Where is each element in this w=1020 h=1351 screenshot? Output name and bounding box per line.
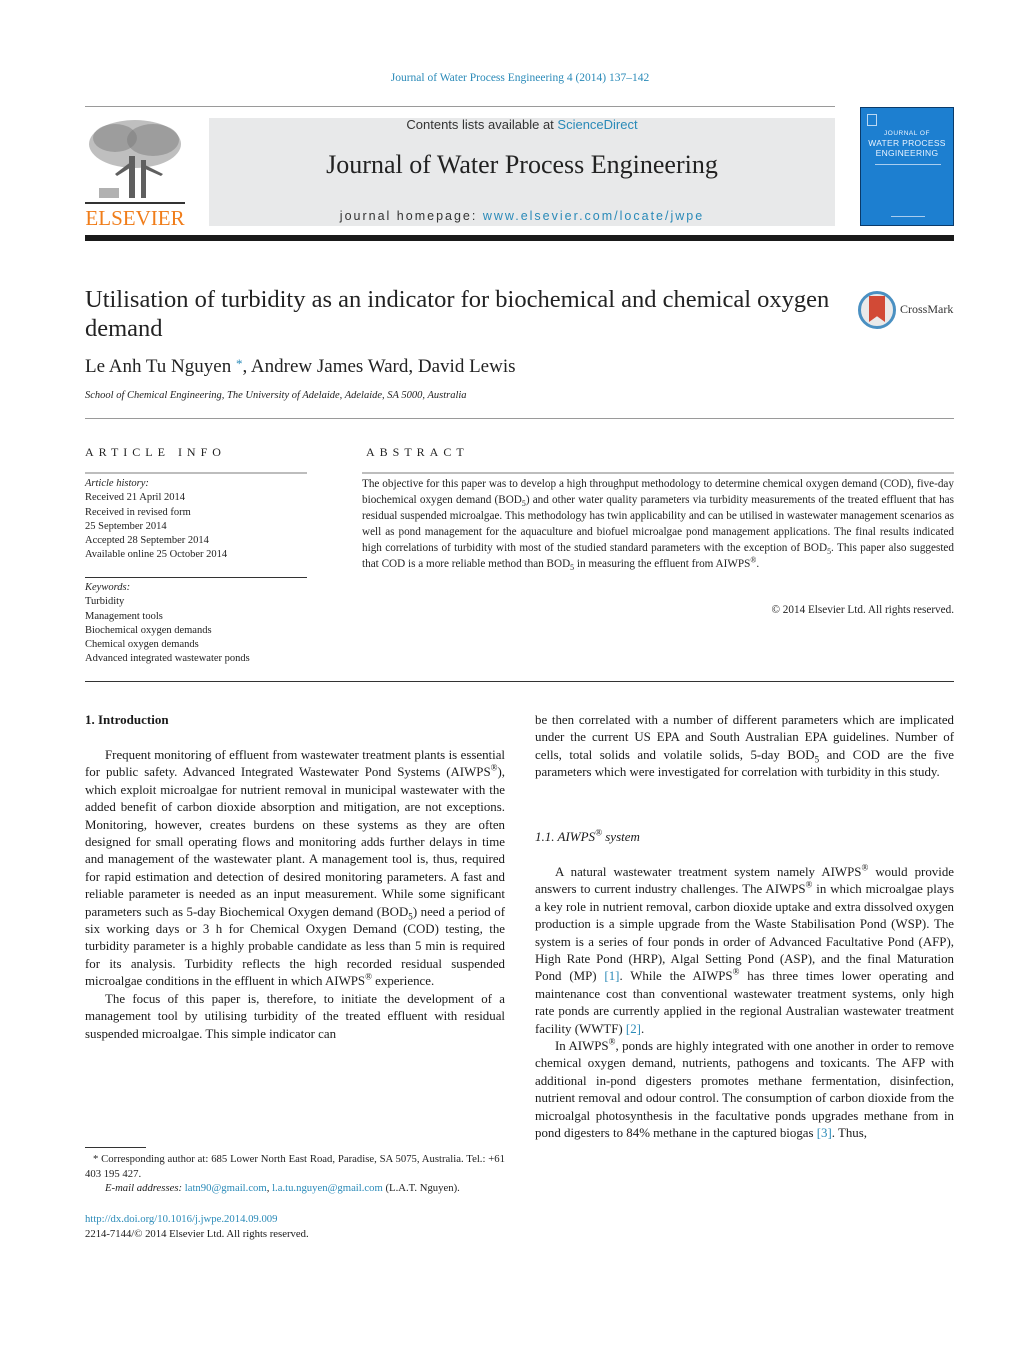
history-label: Article history: — [85, 478, 149, 489]
body-column-right-top: be then correlated with a number of diff… — [535, 712, 954, 782]
subsection-heading-aiwps-system: 1.1. AIWPS® system — [535, 827, 640, 845]
elsevier-logo[interactable]: ELSEVIER — [85, 116, 185, 230]
text-segment: . — [640, 1021, 645, 1036]
doi-block: http://dx.doi.org/10.1016/j.jwpe.2014.09… — [85, 1212, 309, 1241]
text-segment: experience. — [371, 974, 435, 989]
cover-line-2: WATER PROCESS — [868, 138, 946, 148]
issn-copyright: 2214-7144/© 2014 Elsevier Ltd. All right… — [85, 1227, 309, 1240]
elsevier-tree-icon: ELSEVIER — [85, 120, 185, 230]
section-heading-introduction: 1. Introduction — [85, 712, 169, 727]
article-history: Article history: Received 21 April 2014 … — [85, 477, 307, 563]
crossmark-label: CrossMark — [900, 302, 954, 316]
contents-prefix: Contents lists available at — [406, 117, 558, 132]
paragraph: Frequent monitoring of effluent from was… — [85, 747, 505, 991]
history-item: 25 September 2014 — [85, 520, 167, 532]
article-title: Utilisation of turbidity as an indicator… — [85, 286, 830, 342]
keyword-item: Chemical oxygen demands — [85, 639, 199, 651]
doi-link[interactable]: http://dx.doi.org/10.1016/j.jwpe.2014.09… — [85, 1212, 309, 1227]
reference-link[interactable]: [2] — [626, 1022, 641, 1036]
body-column-right-bottom: A natural wastewater treatment system na… — [535, 863, 954, 1143]
history-item: Received in revised form — [85, 506, 191, 518]
title-divider — [85, 418, 954, 419]
cover-emblem-icon — [867, 114, 877, 126]
cover-line-3: ENGINEERING — [875, 148, 939, 158]
elsevier-wordmark: ELSEVIER — [85, 206, 184, 228]
history-item: Available online 25 October 2014 — [85, 549, 228, 561]
cover-divider — [875, 164, 941, 165]
text-segment: . While the AIWPS — [619, 969, 733, 984]
keyword-item: Biochemical oxygen demands — [85, 624, 212, 636]
history-item: Received 21 April 2014 — [85, 492, 186, 504]
corresponding-author-note: * Corresponding author at: 685 Lower Nor… — [85, 1153, 505, 1180]
abstract-text: The objective for this paper was to deve… — [362, 476, 954, 572]
text-segment: . Thus, — [831, 1126, 867, 1141]
keyword-item: Management tools — [85, 610, 163, 622]
sciencedirect-link[interactable]: ScienceDirect — [557, 117, 637, 132]
abstract-heading: ABSTRACT — [366, 445, 469, 459]
subsection-heading-text: 1.1. AIWPS — [535, 829, 596, 844]
keywords-list: Keywords: Turbidity Management tools Bio… — [85, 581, 307, 667]
cover-footer-line — [891, 216, 925, 217]
email-link[interactable]: latn90@gmail.com — [185, 1182, 267, 1194]
body-divider — [85, 681, 954, 682]
abstract-segment: . — [756, 558, 760, 570]
paragraph: be then correlated with a number of diff… — [535, 712, 954, 782]
author-primary[interactable]: Le Anh Tu Nguyen — [85, 356, 231, 377]
text-segment: In AIWPS — [555, 1039, 609, 1054]
keyword-item: Turbidity — [85, 596, 125, 608]
text-segment: , ponds are highly integrated with one a… — [535, 1039, 954, 1141]
paragraph: In AIWPS®, ponds are highly integrated w… — [535, 1037, 954, 1142]
contents-availability-line: Contents lists available at ScienceDirec… — [209, 117, 835, 132]
text-segment: Frequent monitoring of effluent from was… — [85, 748, 505, 780]
top-divider — [85, 106, 835, 107]
paragraph: The focus of this paper is, therefore, t… — [85, 991, 505, 1041]
author-affiliation: School of Chemical Engineering, The Univ… — [85, 390, 467, 401]
cover-line-1: JOURNAL OF — [884, 130, 930, 137]
abstract-copyright: © 2014 Elsevier Ltd. All rights reserved… — [771, 604, 955, 616]
journal-name: Journal of Water Process Engineering — [326, 150, 718, 179]
keyword-item: Advanced integrated wastewater ponds — [85, 653, 250, 665]
registered-mark: ® — [595, 827, 602, 838]
author-list: Le Anh Tu Nguyen *, Andrew James Ward, D… — [85, 356, 516, 378]
journal-citation[interactable]: Journal of Water Process Engineering 4 (… — [0, 72, 1020, 84]
email-owner: (L.A.T. Nguyen). — [382, 1182, 460, 1194]
footnote: * Corresponding author at: 685 Lower Nor… — [85, 1152, 505, 1196]
journal-cover-thumbnail[interactable]: JOURNAL OF WATER PROCESS ENGINEERING — [860, 107, 954, 226]
subsection-heading-text: system — [601, 829, 640, 844]
paragraph: A natural wastewater treatment system na… — [535, 863, 954, 1038]
abstract-segment: in measuring the effluent from AIWPS — [574, 558, 751, 570]
reference-link[interactable]: [3] — [817, 1126, 832, 1140]
homepage-prefix: journal homepage: — [339, 209, 483, 223]
crossmark-badge[interactable]: CrossMark — [858, 290, 958, 330]
article-info-heading: ARTICLE INFO — [85, 445, 226, 459]
email-label: E-mail addresses: — [105, 1182, 185, 1194]
footnote-divider — [85, 1147, 146, 1148]
keywords-divider — [85, 577, 307, 578]
text-segment: ), which exploit microalgae for nutrient… — [85, 765, 505, 919]
homepage-link[interactable]: www.elsevier.com/locate/jwpe — [483, 209, 704, 223]
body-column-left: Frequent monitoring of effluent from was… — [85, 747, 505, 1043]
email-link[interactable]: l.a.tu.nguyen@gmail.com — [272, 1182, 383, 1194]
journal-homepage-line: journal homepage: www.elsevier.com/locat… — [209, 209, 835, 223]
reference-link[interactable]: [1] — [604, 969, 619, 983]
email-line: E-mail addresses: latn90@gmail.com, l.a.… — [85, 1181, 505, 1196]
header-thick-divider — [85, 235, 954, 241]
history-item: Accepted 28 September 2014 — [85, 535, 209, 547]
author-others: , Andrew James Ward, David Lewis — [242, 356, 516, 377]
abstract-divider — [362, 472, 954, 474]
text-segment: A natural wastewater treatment system na… — [555, 865, 862, 879]
keywords-label: Keywords: — [85, 582, 131, 593]
registered-mark: ® — [365, 971, 372, 982]
article-info-divider — [85, 472, 307, 474]
